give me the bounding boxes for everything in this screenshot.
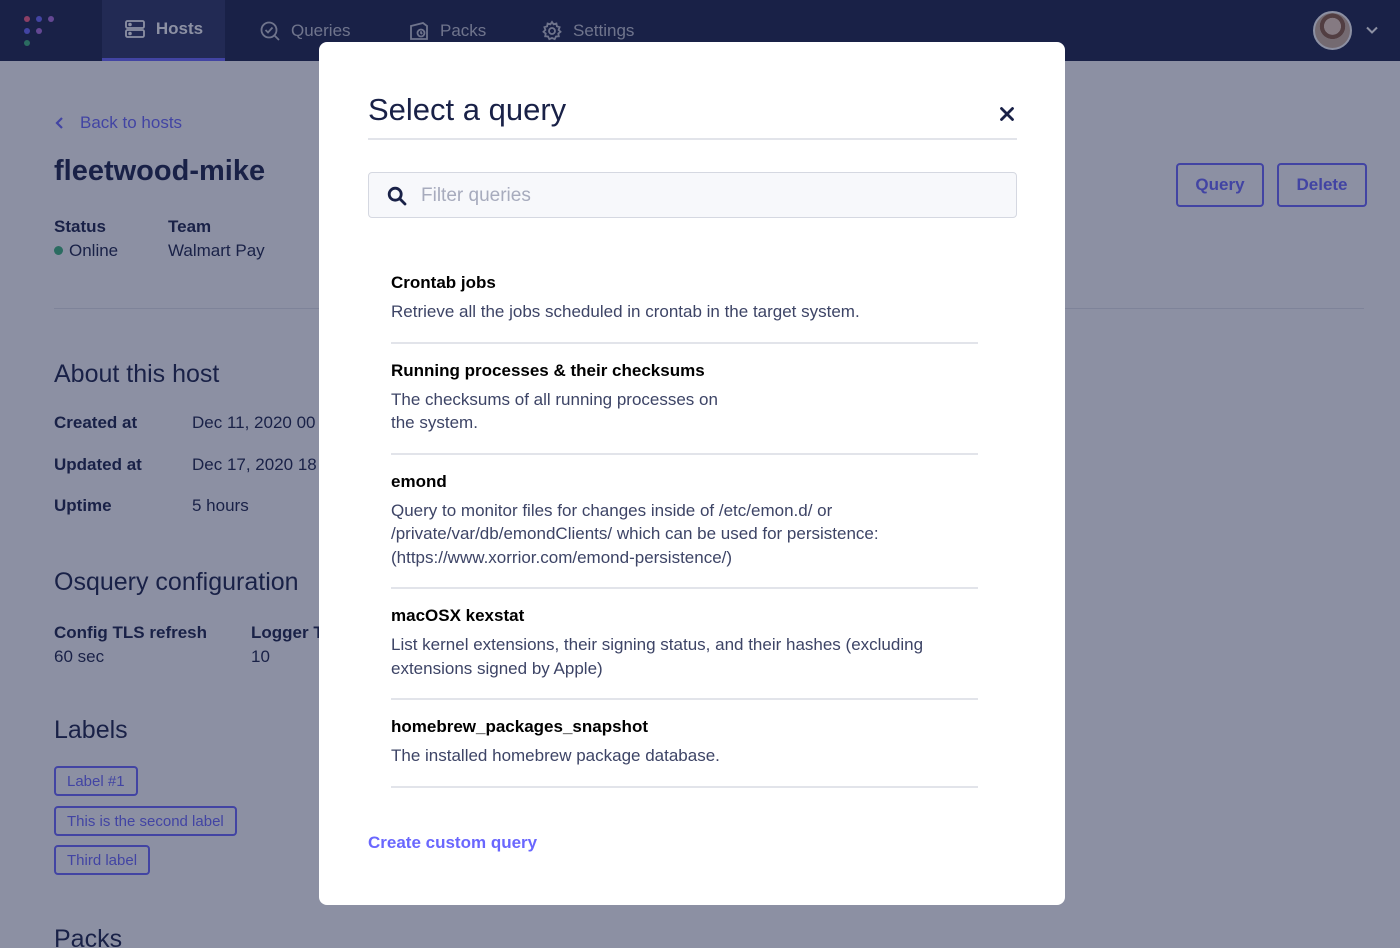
query-item[interactable]: macOSX kexstat List kernel extensions, t… — [391, 589, 978, 700]
query-item[interactable]: Crontab jobs Retrieve all the jobs sched… — [391, 264, 978, 344]
filter-queries-field[interactable] — [368, 172, 1017, 218]
query-item[interactable]: homebrew_packages_snapshot The installed… — [391, 700, 978, 788]
query-description: Retrieve all the jobs scheduled in cront… — [391, 302, 860, 321]
query-description-line: The checksums of all running processes o… — [391, 389, 718, 409]
query-description: List kernel extensions, their signing st… — [391, 633, 978, 680]
query-item[interactable]: emond Query to monitor files for changes… — [391, 455, 978, 589]
query-description: The checksums of all running processes o… — [391, 388, 978, 435]
query-name: Running processes & their checksums — [391, 360, 705, 380]
query-description-line: (https://www.xorrior.com/emond-persisten… — [391, 547, 733, 567]
search-icon — [387, 186, 407, 206]
query-description-line: the system. — [391, 413, 478, 432]
close-icon[interactable] — [997, 104, 1017, 124]
query-description-line: extensions signed by Apple) — [391, 658, 603, 678]
query-description-line: Query to monitor files for changes insid… — [391, 500, 833, 520]
query-description: Query to monitor files for changes insid… — [391, 499, 978, 570]
query-name: emond — [391, 471, 447, 491]
query-name: Crontab jobs — [391, 273, 496, 292]
filter-queries-input[interactable] — [421, 181, 1001, 211]
query-name: macOSX kexstat — [391, 606, 525, 625]
query-item[interactable]: Running processes & their checksums The … — [391, 344, 978, 455]
select-query-modal: Select a query Crontab jobs Retrieve all… — [319, 42, 1065, 905]
query-description-line: List kernel extensions, their signing st… — [391, 635, 924, 654]
create-custom-query-link[interactable]: Create custom query — [368, 833, 537, 853]
query-list: Crontab jobs Retrieve all the jobs sched… — [391, 264, 978, 788]
query-description: The installed homebrew package database. — [391, 746, 720, 765]
modal-title-divider — [368, 138, 1017, 140]
query-description-line: /private/var/db/emondClients/ which can … — [391, 524, 879, 543]
modal-title: Select a query — [368, 92, 567, 127]
query-name: homebrew_packages_snapshot — [391, 717, 648, 736]
